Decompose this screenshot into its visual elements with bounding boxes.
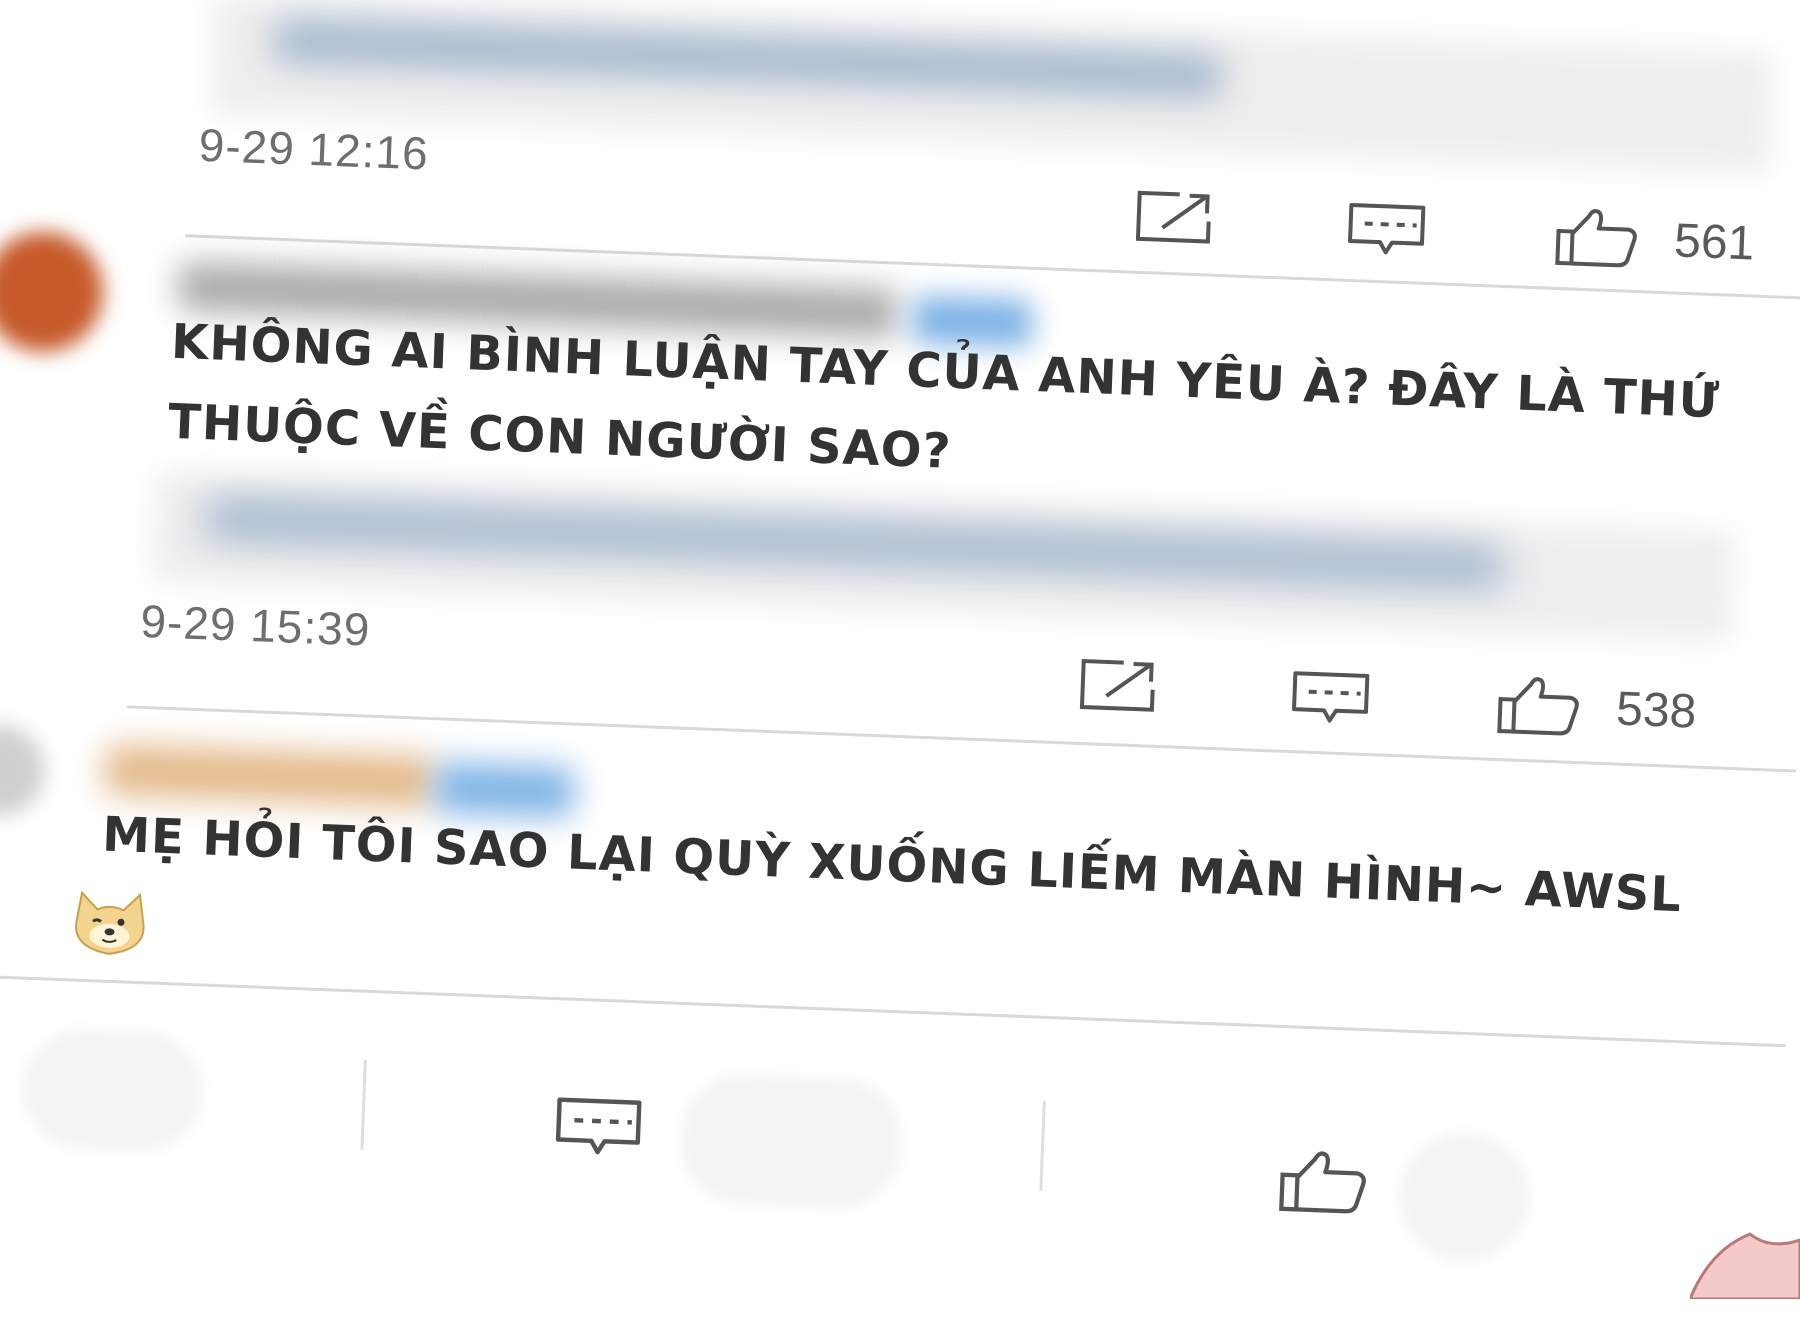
decorative-corner-shape [1690,1232,1800,1299]
comment-2-reply-button[interactable] [1289,669,1371,728]
bottom-comment-button[interactable] [552,1095,644,1160]
comment-icon [1292,671,1370,723]
share-icon [1079,658,1155,712]
share-icon [1135,190,1211,244]
bottom-like-button[interactable] [1277,1147,1371,1216]
thumbs-up-icon [1555,209,1637,268]
comment-feed: 9-29 12:16 561 KHÔNG AI BÌNH LUẬN TAY CỦ… [0,0,1800,1333]
doge-emoji [67,888,152,963]
thumbs-up-icon [1497,677,1579,736]
comment-2-share-button[interactable] [1078,657,1160,714]
comment-icon [555,1097,642,1155]
thumbs-up-icon [1279,1151,1366,1214]
comment-2-like-count: 538 [1615,682,1698,739]
comment-1-reply-button[interactable] [1345,201,1427,260]
bottom-bar-separator-1 [360,1059,367,1150]
blurred-bar-middle [678,1072,904,1211]
blurred-bar-left [20,1026,205,1154]
comment-2-avatar[interactable] [0,229,106,355]
bottom-bar-separator-2 [1039,1100,1046,1191]
comment-3-avatar[interactable] [0,723,47,818]
comment-divider-3 [0,975,1786,1048]
blurred-bar-right [1396,1129,1532,1265]
comment-2-like-button[interactable]: 538 [1495,673,1697,743]
comment-icon [1348,203,1426,255]
comment-1-like-button[interactable]: 561 [1553,205,1755,275]
comment-1-like-count: 561 [1673,213,1756,270]
comment-3-text: MẸ HỎI TÔI SAO LẠI QUỲ XUỐNG LIẾM MÀN HÌ… [101,806,1683,924]
comment-2-timestamp: 9-29 15:39 [139,594,372,656]
comment-1-share-button[interactable] [1134,189,1216,246]
comment-1-timestamp: 9-29 12:16 [197,118,430,180]
